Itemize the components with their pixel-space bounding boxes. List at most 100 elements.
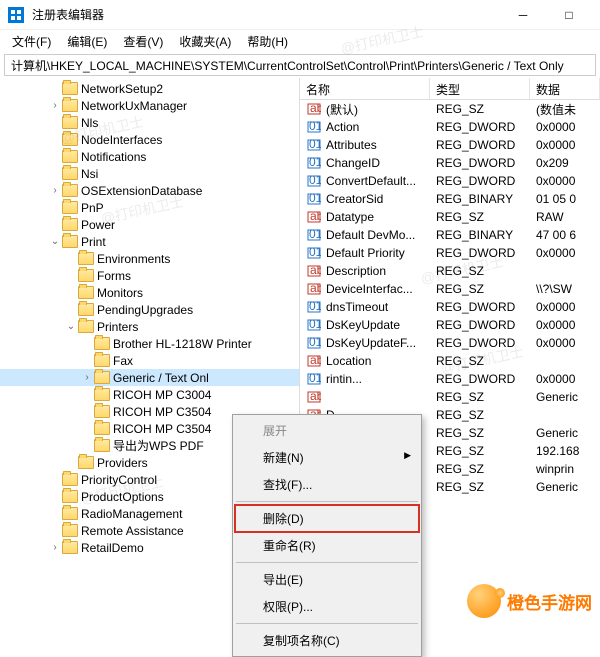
- list-row[interactable]: abLocationREG_SZ: [300, 352, 600, 370]
- tree-item[interactable]: ›NetworkUxManager: [0, 97, 299, 114]
- expand-icon[interactable]: ›: [48, 100, 62, 111]
- ctx-export[interactable]: 导出(E): [235, 566, 419, 593]
- list-row[interactable]: abREG_SZGeneric: [300, 388, 600, 406]
- tree-item[interactable]: Notifications: [0, 148, 299, 165]
- collapse-icon[interactable]: ⌄: [64, 321, 78, 332]
- list-row[interactable]: 011ActionREG_DWORD0x0000: [300, 118, 600, 136]
- tree-item[interactable]: Nsi: [0, 165, 299, 182]
- value-data: \\?\SW: [530, 282, 600, 296]
- address-bar[interactable]: 计算机\HKEY_LOCAL_MACHINE\SYSTEM\CurrentCon…: [4, 54, 596, 76]
- tree-item-label: Notifications: [81, 150, 146, 164]
- tree-item[interactable]: ⌄Print: [0, 233, 299, 250]
- value-type: REG_SZ: [430, 264, 530, 278]
- tree-item[interactable]: PnP: [0, 199, 299, 216]
- ctx-expand[interactable]: 展开: [235, 417, 419, 444]
- expand-icon[interactable]: ›: [48, 542, 62, 553]
- tree-item[interactable]: Power: [0, 216, 299, 233]
- list-row[interactable]: 011Default PriorityREG_DWORD0x0000: [300, 244, 600, 262]
- string-value-icon: ab: [306, 209, 322, 225]
- tree-item[interactable]: ⌄Printers: [0, 318, 299, 335]
- tree-item-label: RadioManagement: [81, 507, 182, 521]
- menu-help[interactable]: 帮助(H): [239, 31, 296, 52]
- list-row[interactable]: 011Default DevMo...REG_BINARY47 00 6: [300, 226, 600, 244]
- svg-text:011: 011: [309, 372, 321, 385]
- folder-icon: [62, 541, 78, 554]
- collapse-icon[interactable]: ⌄: [48, 236, 62, 247]
- binary-value-icon: 011: [306, 137, 322, 153]
- list-row[interactable]: 011ChangeIDREG_DWORD0x209: [300, 154, 600, 172]
- list-row[interactable]: 011rintin...REG_DWORD0x0000: [300, 370, 600, 388]
- expand-icon[interactable]: ›: [80, 372, 94, 383]
- list-row[interactable]: 011AttributesREG_DWORD0x0000: [300, 136, 600, 154]
- value-name: Default Priority: [326, 246, 405, 260]
- ctx-new[interactable]: 新建(N)▶: [235, 444, 419, 471]
- folder-icon: [78, 320, 94, 333]
- menu-view[interactable]: 查看(V): [115, 31, 171, 52]
- column-header-type[interactable]: 类型: [430, 78, 530, 99]
- list-row[interactable]: abDeviceInterfac...REG_SZ\\?\SW: [300, 280, 600, 298]
- binary-value-icon: 011: [306, 317, 322, 333]
- tree-item[interactable]: NodeInterfaces: [0, 131, 299, 148]
- menu-file[interactable]: 文件(F): [4, 31, 59, 52]
- ctx-copyname[interactable]: 复制项名称(C): [235, 627, 419, 654]
- list-row[interactable]: 011ConvertDefault...REG_DWORD0x0000: [300, 172, 600, 190]
- maximize-button[interactable]: □: [546, 0, 592, 30]
- ctx-find[interactable]: 查找(F)...: [235, 471, 419, 498]
- ctx-delete[interactable]: 删除(D): [235, 505, 419, 532]
- ctx-rename[interactable]: 重命名(R): [235, 532, 419, 559]
- svg-text:011: 011: [309, 246, 321, 259]
- tree-item[interactable]: RICOH MP C3004: [0, 386, 299, 403]
- value-type: REG_DWORD: [430, 300, 530, 314]
- svg-text:011: 011: [309, 174, 321, 187]
- value-name: Action: [326, 120, 359, 134]
- value-data: Generic: [530, 390, 600, 404]
- tree-item[interactable]: ›OSExtensionDatabase: [0, 182, 299, 199]
- menu-favorites[interactable]: 收藏夹(A): [171, 31, 239, 52]
- column-header-data[interactable]: 数据: [530, 78, 600, 99]
- list-row[interactable]: 011dnsTimeoutREG_DWORD0x0000: [300, 298, 600, 316]
- value-name: rintin...: [326, 372, 362, 386]
- list-row[interactable]: 011DsKeyUpdateREG_DWORD0x0000: [300, 316, 600, 334]
- svg-text:011: 011: [309, 318, 321, 331]
- menu-edit[interactable]: 编辑(E): [59, 31, 115, 52]
- tree-item[interactable]: Forms: [0, 267, 299, 284]
- tree-item[interactable]: Brother HL-1218W Printer: [0, 335, 299, 352]
- value-name: (默认): [326, 101, 358, 118]
- binary-value-icon: 011: [306, 155, 322, 171]
- expand-icon[interactable]: ›: [48, 185, 62, 196]
- value-data: (数值未: [530, 101, 600, 118]
- footer-logo: 橙色手游网: [467, 584, 592, 618]
- folder-icon: [62, 99, 78, 112]
- tree-item-label: Generic / Text Onl: [113, 371, 209, 385]
- tree-item[interactable]: NetworkSetup2: [0, 80, 299, 97]
- svg-text:011: 011: [309, 156, 321, 169]
- ctx-permissions[interactable]: 权限(P)...: [235, 593, 419, 620]
- value-type: REG_BINARY: [430, 192, 530, 206]
- list-row[interactable]: 011DsKeyUpdateF...REG_DWORD0x0000: [300, 334, 600, 352]
- tree-item-label: PendingUpgrades: [97, 303, 193, 317]
- value-data: Generic: [530, 480, 600, 494]
- tree-item[interactable]: Environments: [0, 250, 299, 267]
- value-type: REG_SZ: [430, 462, 530, 476]
- folder-icon: [78, 456, 94, 469]
- list-row[interactable]: abDatatypeREG_SZRAW: [300, 208, 600, 226]
- svg-text:ab: ab: [310, 282, 321, 295]
- folder-icon: [94, 422, 110, 435]
- value-name: CreatorSid: [326, 192, 383, 206]
- tree-item[interactable]: › Generic / Text Onl: [0, 369, 299, 386]
- list-row[interactable]: ab(默认)REG_SZ(数值未: [300, 100, 600, 118]
- tree-item[interactable]: Nls: [0, 114, 299, 131]
- svg-text:ab: ab: [310, 102, 321, 115]
- tree-item[interactable]: Monitors: [0, 284, 299, 301]
- column-header-name[interactable]: 名称: [300, 78, 430, 99]
- minimize-button[interactable]: ─: [500, 0, 546, 30]
- tree-item[interactable]: PendingUpgrades: [0, 301, 299, 318]
- list-row[interactable]: 011CreatorSidREG_BINARY01 05 0: [300, 190, 600, 208]
- tree-item[interactable]: Fax: [0, 352, 299, 369]
- binary-value-icon: 011: [306, 245, 322, 261]
- tree-item-label: NetworkSetup2: [81, 82, 163, 96]
- binary-value-icon: 011: [306, 191, 322, 207]
- folder-icon: [78, 252, 94, 265]
- list-row[interactable]: abDescriptionREG_SZ: [300, 262, 600, 280]
- svg-text:011: 011: [309, 138, 321, 151]
